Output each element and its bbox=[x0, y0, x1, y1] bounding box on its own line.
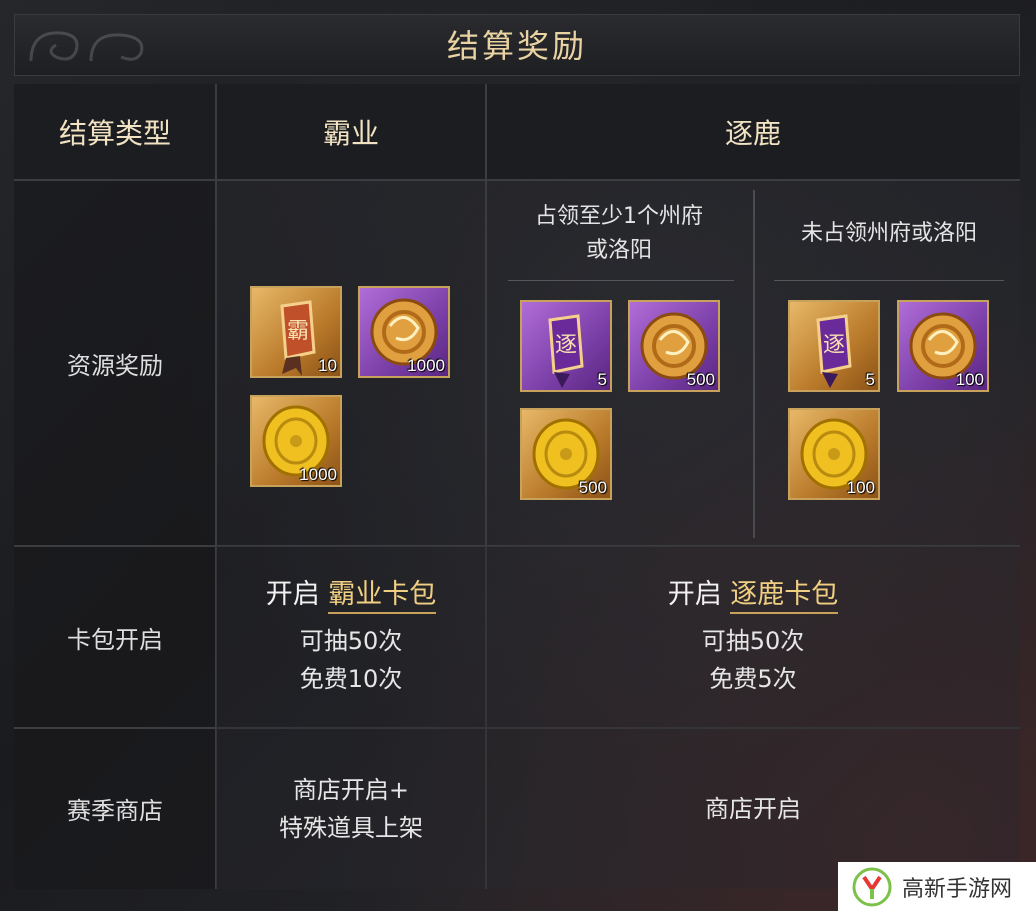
item-count: 5 bbox=[865, 370, 875, 389]
zhulu-subheader-not-occupied: 未占领州府或洛阳 bbox=[800, 221, 977, 246]
zhulu-subheader-occupied: 占领至少1个州府 或洛阳 bbox=[494, 200, 744, 268]
open-label: 开启 bbox=[265, 579, 320, 610]
zhulu-cardpack-link[interactable]: 逐鹿卡包 bbox=[730, 579, 839, 614]
baye-draw-count: 可抽50次 bbox=[299, 627, 403, 655]
subheader-underline bbox=[774, 280, 1004, 281]
zhulu-subheader-occupied-line2: 或洛阳 bbox=[585, 238, 652, 263]
row-label-shop: 赛季商店 bbox=[14, 728, 216, 889]
reward-item-baye-token[interactable]: 霸 10 bbox=[250, 286, 342, 378]
baye-cardpack-link[interactable]: 霸业卡包 bbox=[328, 579, 437, 614]
row-label-cardpack: 卡包开启 bbox=[14, 546, 216, 728]
reward-item-zhulu-unoccupied-token[interactable]: 逐 5 bbox=[788, 300, 880, 392]
baye-cardpack-title: 开启 霸业卡包 bbox=[266, 576, 437, 614]
header-baye: 霸业 bbox=[216, 84, 486, 180]
reward-table: 结算奖励 结算类型 霸业 逐鹿 资源奖励 卡包开启 赛季商店 占领至少1个州府 … bbox=[14, 14, 1020, 889]
watermark: 高新手游网 bbox=[838, 862, 1036, 911]
zhulu-cardpack-title: 开启 逐鹿卡包 bbox=[668, 576, 839, 614]
zhulu-cardpack-cell: 开启 逐鹿卡包 可抽50次 免费5次 bbox=[486, 546, 1020, 728]
page-title: 结算奖励 bbox=[446, 27, 587, 65]
row-label-resource: 资源奖励 bbox=[14, 180, 216, 546]
zhulu-draw-count: 可抽50次 bbox=[701, 627, 805, 655]
subheader-underline bbox=[508, 280, 734, 281]
svg-text:霸: 霸 bbox=[287, 319, 309, 344]
header-zhulu: 逐鹿 bbox=[486, 84, 1020, 180]
baye-free-count: 免费10次 bbox=[299, 665, 403, 693]
title-bar: 结算奖励 bbox=[14, 14, 1020, 76]
item-count: 5 bbox=[597, 370, 607, 389]
item-count: 500 bbox=[686, 370, 715, 389]
baye-shop-line2: 特殊道具上架 bbox=[279, 813, 423, 842]
reward-item-zhulu-unoccupied-pendant[interactable]: 100 bbox=[897, 300, 989, 392]
watermark-text: 高新手游网 bbox=[902, 876, 1013, 902]
item-count: 10 bbox=[318, 356, 337, 375]
svg-text:逐: 逐 bbox=[555, 333, 577, 358]
item-count: 100 bbox=[846, 478, 875, 497]
item-count: 500 bbox=[578, 478, 607, 497]
item-count: 1000 bbox=[407, 356, 445, 375]
baye-cardpack-cell: 开启 霸业卡包 可抽50次 免费10次 bbox=[216, 546, 486, 728]
baye-shop-cell: 商店开启+ 特殊道具上架 bbox=[216, 728, 486, 889]
svg-text:逐: 逐 bbox=[823, 333, 845, 358]
reward-item-zhulu-occupied-token[interactable]: 逐 5 bbox=[520, 300, 612, 392]
subcolumn-divider bbox=[753, 190, 755, 538]
gaoxin-logo-icon bbox=[852, 867, 892, 906]
zhulu-subheader-occupied-line1: 占领至少1个州府 bbox=[535, 204, 703, 229]
reward-item-zhulu-occupied-coin[interactable]: 500 bbox=[520, 408, 612, 500]
item-count: 100 bbox=[955, 370, 984, 389]
zhulu-free-count: 免费5次 bbox=[709, 665, 797, 693]
reward-item-baye-pendant[interactable]: 1000 bbox=[358, 286, 450, 378]
reward-item-zhulu-occupied-pendant[interactable]: 500 bbox=[628, 300, 720, 392]
divider bbox=[14, 179, 1020, 181]
baye-shop-line1: 商店开启+ bbox=[292, 775, 410, 804]
reward-item-zhulu-unoccupied-coin[interactable]: 100 bbox=[788, 408, 880, 500]
header-settlement-type: 结算类型 bbox=[14, 84, 216, 180]
open-label: 开启 bbox=[667, 579, 722, 610]
item-count: 1000 bbox=[299, 465, 337, 484]
reward-item-baye-coin[interactable]: 1000 bbox=[250, 395, 342, 487]
